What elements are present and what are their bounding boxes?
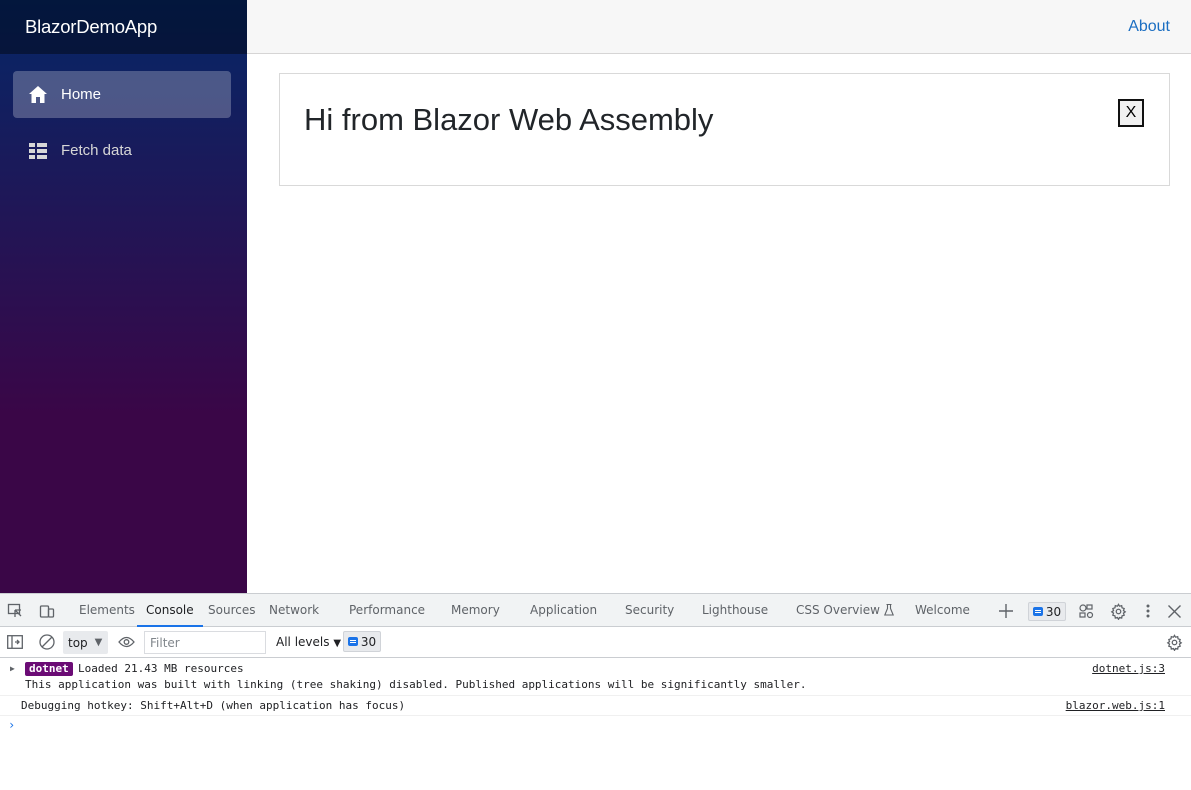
tab-welcome[interactable]: Welcome [915, 594, 970, 626]
devtools-panel: Elements Console Sources Network Perform… [0, 593, 1191, 790]
devtools-tabbar: Elements Console Sources Network Perform… [0, 594, 1191, 627]
card-title: Hi from Blazor Web Assembly [304, 102, 714, 137]
log-levels-label: All levels [276, 635, 330, 649]
flask-icon [883, 604, 894, 616]
messages-count: 30 [360, 634, 377, 649]
caret-down-icon: ▼ [94, 637, 103, 648]
tab-security[interactable]: Security [625, 594, 674, 626]
console-prompt-row[interactable]: › [0, 716, 1191, 736]
clear-console-icon[interactable] [38, 633, 56, 651]
live-expression-eye-icon[interactable] [117, 633, 135, 651]
issues-badge[interactable]: 30 [1028, 602, 1066, 621]
tab-network[interactable]: Network [269, 594, 319, 626]
context-selector[interactable]: top ▼ [63, 631, 108, 654]
console-settings-gear-icon[interactable] [1165, 633, 1183, 651]
tab-application[interactable]: Application [530, 594, 597, 626]
message-text-secondary: This application was built with linking … [25, 678, 807, 691]
message-icon [347, 637, 358, 646]
nav-item-label: Fetch data [61, 142, 132, 159]
nav-menu: Home Fetch data [0, 54, 247, 174]
inspect-element-icon[interactable] [6, 602, 24, 620]
message-text: Debugging hotkey: Shift+Alt+D (when appl… [21, 699, 406, 712]
add-tab-icon[interactable] [997, 602, 1015, 620]
issues-count: 30 [1045, 604, 1062, 619]
tab-console[interactable]: Console [137, 594, 203, 627]
home-icon [28, 85, 48, 105]
tab-css-overview[interactable]: CSS Overview [796, 594, 894, 626]
brand-link[interactable]: BlazorDemoApp [25, 16, 157, 38]
close-button[interactable]: X [1118, 99, 1144, 127]
tab-label: CSS Overview [796, 603, 880, 617]
console-output: ▶ dotnet Loaded 21.43 MB resources This … [0, 658, 1191, 736]
message-text: Loaded 21.43 MB resources [78, 662, 244, 675]
prompt-chevron-icon: › [8, 718, 16, 732]
tab-performance[interactable]: Performance [349, 594, 425, 626]
settings-gear-icon[interactable] [1109, 602, 1127, 620]
context-value: top [68, 635, 88, 650]
console-toolbar: top ▼ All levels ▼ 30 [0, 627, 1191, 658]
log-levels-dropdown[interactable]: All levels ▼ [276, 635, 341, 649]
more-options-icon[interactable] [1139, 602, 1157, 620]
greeting-card: Hi from Blazor Web Assembly X [279, 73, 1170, 186]
console-message: ▶ dotnet Loaded 21.43 MB resources This … [0, 658, 1191, 696]
close-devtools-icon[interactable] [1165, 602, 1183, 620]
connections-icon[interactable] [1077, 602, 1095, 620]
top-row: About [247, 0, 1191, 54]
sidebar: BlazorDemoApp Home Fetch data [0, 0, 247, 593]
nav-item-label: Home [61, 86, 102, 103]
expand-triangle-icon[interactable]: ▶ [10, 664, 15, 673]
tab-lighthouse[interactable]: Lighthouse [702, 594, 768, 626]
nav-item-home[interactable]: Home [13, 71, 231, 118]
message-icon [1032, 607, 1043, 616]
show-sidebar-icon[interactable] [6, 633, 24, 651]
nav-item-fetch-data[interactable]: Fetch data [13, 127, 231, 174]
sidebar-header: BlazorDemoApp [0, 0, 247, 54]
device-toolbar-icon[interactable] [38, 602, 56, 620]
console-message: Debugging hotkey: Shift+Alt+D (when appl… [0, 696, 1191, 716]
tab-elements[interactable]: Elements [79, 594, 135, 626]
messages-badge[interactable]: 30 [343, 631, 381, 652]
list-icon [28, 141, 48, 161]
caret-down-icon: ▼ [333, 638, 342, 649]
filter-input[interactable] [144, 631, 266, 654]
tab-memory[interactable]: Memory [451, 594, 500, 626]
message-source-link[interactable]: blazor.web.js:1 [1066, 699, 1165, 712]
about-link[interactable]: About [1128, 18, 1170, 36]
message-tag: dotnet [25, 662, 73, 676]
message-source-link[interactable]: dotnet.js:3 [1092, 662, 1165, 675]
tab-sources[interactable]: Sources [208, 594, 255, 626]
